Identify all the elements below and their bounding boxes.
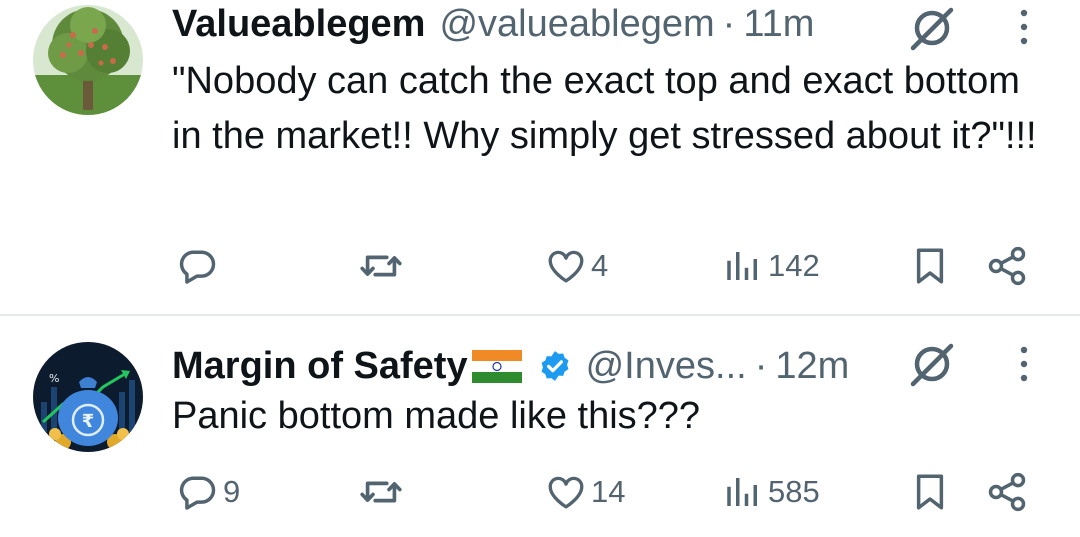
author-handle[interactable]: @valueablegem <box>439 3 714 46</box>
retweet-button[interactable] <box>358 468 408 516</box>
timestamp[interactable]: 12m <box>775 345 849 388</box>
share-button[interactable] <box>985 242 1029 290</box>
views-icon <box>722 471 764 513</box>
verified-badge-icon[interactable] <box>538 349 572 383</box>
reply-button[interactable] <box>175 242 223 290</box>
like-count: 14 <box>591 474 626 509</box>
action-bar: 4 142 <box>0 242 1080 290</box>
retweet-icon <box>358 243 404 289</box>
retweet-icon <box>358 469 404 515</box>
like-icon <box>545 471 587 513</box>
like-icon <box>545 245 587 287</box>
svg-text:%: % <box>49 372 59 385</box>
like-button[interactable]: 14 <box>545 468 625 516</box>
tweet-text: "Nobody can catch the exact top and exac… <box>172 60 1037 157</box>
view-count: 142 <box>768 248 820 283</box>
view-count: 585 <box>768 474 820 509</box>
more-icon[interactable] <box>1012 6 1036 48</box>
share-icon <box>985 244 1029 288</box>
tree-avatar[interactable] <box>33 5 143 115</box>
reply-icon <box>175 244 219 288</box>
reply-count: 9 <box>223 474 241 509</box>
svg-text:₹: ₹ <box>82 411 95 432</box>
action-bar: 9 14 585 <box>0 468 1080 516</box>
like-count: 4 <box>591 248 609 283</box>
share-button[interactable] <box>985 468 1029 516</box>
bookmark-button[interactable] <box>909 242 951 290</box>
grok-icon[interactable] <box>905 338 959 388</box>
tweet[interactable]: Valueablegem @valueablegem · 11m "Nobody… <box>0 0 1080 314</box>
more-icon[interactable] <box>1012 343 1036 385</box>
bookmark-button[interactable] <box>909 468 951 516</box>
views-button[interactable]: 142 <box>722 242 820 290</box>
share-icon <box>985 470 1029 514</box>
separator-dot: · <box>722 2 736 45</box>
tweet-header: Valueablegem @valueablegem · 11m <box>172 1 814 47</box>
india-flag-icon <box>471 349 522 383</box>
reply-icon <box>175 470 219 514</box>
author-name[interactable]: Margin of Safety <box>172 345 468 388</box>
timestamp[interactable]: 11m <box>743 3 814 46</box>
tweet-header: Margin of Safety @Inves... · 12m <box>172 343 849 389</box>
author-handle[interactable]: @Inves... <box>586 345 747 388</box>
tweet-text: Panic bottom made like this??? <box>172 395 701 437</box>
bookmark-icon <box>909 471 951 513</box>
retweet-button[interactable] <box>358 242 408 290</box>
views-button[interactable]: 585 <box>722 468 820 516</box>
separator-dot: · <box>754 344 768 387</box>
author-name[interactable]: Valueablegem <box>172 3 425 46</box>
grok-icon[interactable] <box>905 2 959 52</box>
reply-button[interactable]: 9 <box>175 468 240 516</box>
money-bag-avatar[interactable]: % ₹ <box>33 342 143 452</box>
bookmark-icon <box>909 245 951 287</box>
views-icon <box>722 245 764 287</box>
like-button[interactable]: 4 <box>545 242 608 290</box>
